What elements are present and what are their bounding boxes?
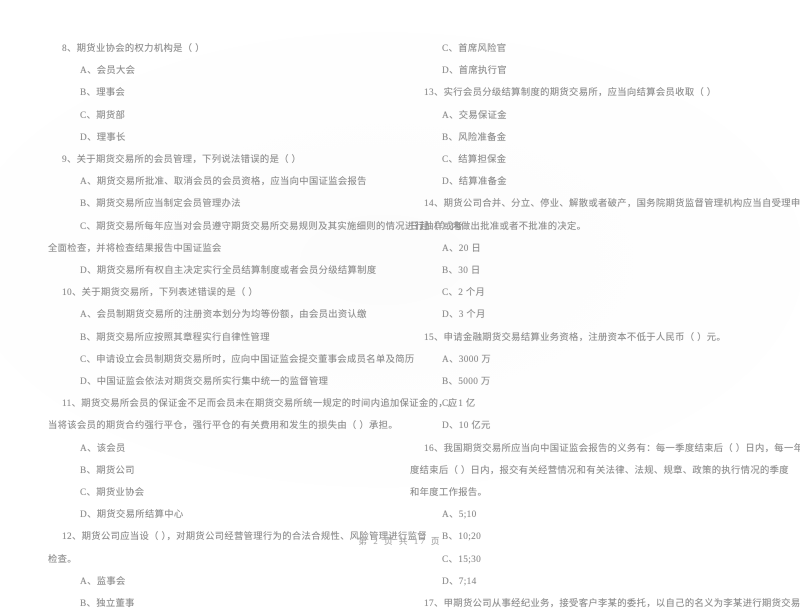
answer-option: B、风险准备金 — [442, 132, 507, 143]
answer-option: D、3 个月 — [442, 310, 486, 321]
answer-option: B、期货公司 — [80, 465, 135, 476]
answer-option: C、结算担保金 — [442, 155, 507, 166]
question-stem: 13、实行会员分级结算制度的期货交易所，应当向结算会员收取（ ） — [424, 88, 717, 99]
answer-option: C、2 个月 — [442, 288, 486, 299]
question-stem-continuation: 日起（ ）内做出批准或者不批准的决定。 — [410, 221, 587, 232]
question-stem-continuation: 当将该会员的期货合约强行平仓，强行平仓的有关费用和发生的损失由（ ）承担。 — [48, 421, 398, 432]
scanned-page: 8、期货业协会的权力机构是（ ） A、会员大会 B、理事会 C、期货部 D、理事长 9、关… — [0, 0, 800, 609]
answer-option: B、30 日 — [442, 266, 481, 277]
page-footer: 第 2 页 共 17 页 — [358, 536, 442, 546]
answer-option: C、申请设立会员制期货交易所时，应向中国证监会提交董事会成员名单及简历 — [80, 354, 415, 365]
answer-option: C、期货业协会 — [80, 488, 145, 499]
answer-option: C、期货交易所每年应当对会员遵守期货交易所交易规则及其实施细则的情况进行抽样或者 — [80, 221, 463, 232]
answer-option: D、7;14 — [442, 576, 477, 587]
answer-option: B、期货交易所应按照其章程实行自律性管理 — [80, 332, 270, 343]
question-stem: 11、期货交易所会员的保证金不足而会员未在期货交易所统一规定的时间内追加保证金的… — [62, 399, 458, 410]
question-stem: 8、期货业协会的权力机构是（ ） — [62, 44, 205, 54]
answer-option: B、5000 万 — [442, 377, 491, 388]
answer-option: C、15;30 — [442, 554, 482, 565]
answer-option: B、期货交易所应当制定会员管理办法 — [80, 199, 241, 210]
question-stem: 16、我国期货交易所应当向中国证监会报告的义务有：每一季度结束后（ ）日内，每一… — [424, 443, 800, 454]
answer-option: A、会员大会 — [80, 66, 136, 77]
question-stem: 10、关于期货交易所，下列表述错误的是（ ） — [62, 288, 258, 299]
answer-option: C、期货部 — [80, 110, 126, 121]
question-stem: 15、申请金融期货交易结算业务资格，注册资本不低于人民币（ ）元。 — [424, 332, 727, 343]
answer-option: A、会员制期货交易所的注册资本划分为均等份额，由会员出资认缴 — [80, 310, 367, 321]
answer-option: C、1 亿 — [442, 399, 476, 410]
question-stem: 14、期货公司合并、分立、停业、解散或者破产，国务院期货监督管理机构应当自受理申… — [424, 199, 800, 210]
answer-option: C、首席风险官 — [442, 44, 507, 54]
answer-option: A、20 日 — [442, 243, 482, 254]
answer-option: D、期货交易所结算中心 — [80, 510, 184, 521]
answer-option: A、该会员 — [80, 443, 126, 454]
question-stem-continuation: 度结束后（ ）日内，报交有关经营情况和有关法律、法规、规章、政策的执行情况的季度 — [410, 465, 789, 476]
answer-option: A、监事会 — [80, 576, 126, 587]
right-column: C、首席风险官 D、首席执行官 13、实行会员分级结算制度的期货交易所，应当向结算会… — [400, 38, 800, 609]
answer-option: B、理事会 — [80, 88, 126, 99]
answer-option: A、5;10 — [442, 510, 477, 521]
question-stem-continuation: 检查。 — [48, 554, 77, 565]
answer-option: D、结算准备金 — [442, 177, 507, 188]
answer-option: D、10 亿元 — [442, 421, 491, 432]
left-column: 8、期货业协会的权力机构是（ ） A、会员大会 B、理事会 C、期货部 D、理事长 9、关… — [0, 38, 463, 609]
two-column-body: 8、期货业协会的权力机构是（ ） A、会员大会 B、理事会 C、期货部 D、理事长 9、关… — [0, 38, 800, 609]
question-stem: 9、关于期货交易所的会员管理，下列说法错误的是（ ） — [62, 155, 302, 166]
answer-option: D、中国证监会依法对期货交易所实行集中统一的监督管理 — [80, 377, 329, 388]
answer-option: D、期货交易所有权自主决定实行全员结算制度或者会员分级结算制度 — [80, 266, 377, 277]
answer-option: D、首席执行官 — [442, 66, 507, 77]
answer-option: D、理事长 — [80, 132, 126, 143]
answer-option: B、独立董事 — [80, 599, 135, 610]
question-stem: 17、甲期货公司从事经纪业务，接受客户李某的委托，以自己的名义为李某进行期货交易… — [424, 599, 800, 610]
answer-option: A、期货交易所批准、取消会员的会员资格，应当向中国证监会报告 — [80, 177, 367, 188]
question-stem-continuation: 和年度工作报告。 — [410, 488, 488, 499]
question-stem-continuation: 全面检查，并将检查结果报告中国证监会 — [48, 243, 222, 254]
answer-option: A、交易保证金 — [442, 110, 507, 121]
answer-option: A、3000 万 — [442, 354, 492, 365]
